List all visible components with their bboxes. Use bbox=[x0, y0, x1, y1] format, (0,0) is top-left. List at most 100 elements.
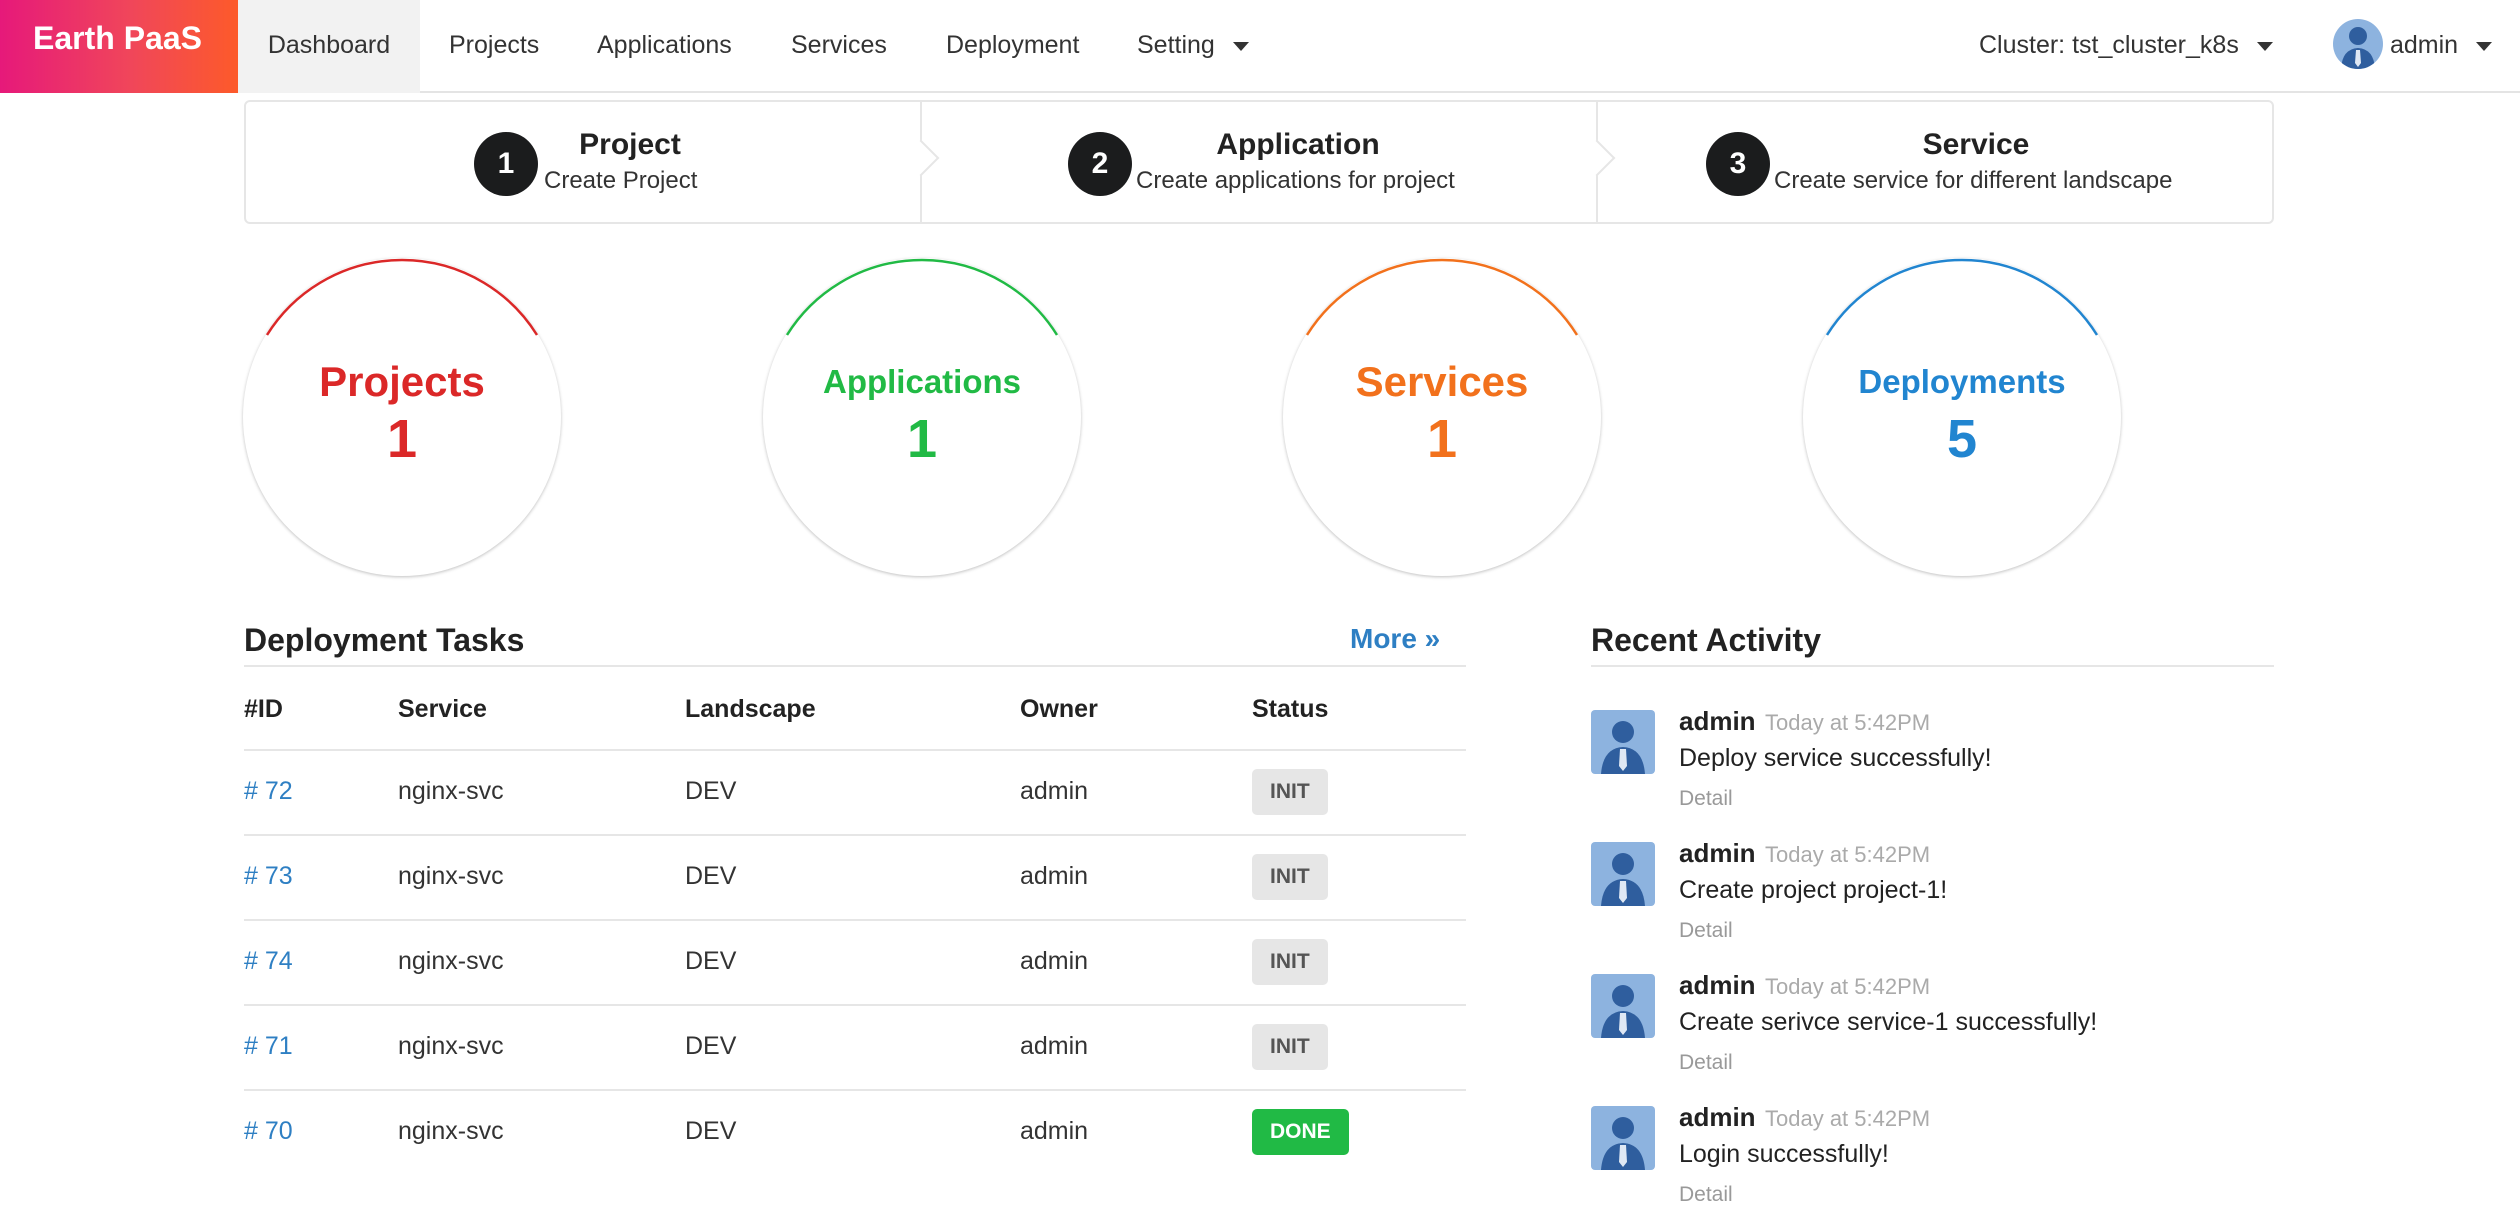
step-description: Create Project bbox=[544, 167, 698, 194]
activity-text: Create serivce service-1 successfully! bbox=[1679, 1008, 2098, 1036]
status-badge: INIT bbox=[1252, 769, 1328, 815]
step-title: Application bbox=[1216, 128, 1380, 161]
user-menu[interactable]: admin bbox=[2390, 0, 2493, 93]
step-number: 3 bbox=[1706, 132, 1770, 196]
nav-services[interactable]: Services bbox=[791, 0, 887, 93]
deployment-tasks-title: Deployment Tasks bbox=[244, 622, 525, 658]
stat-label: Deployments bbox=[1858, 363, 2066, 400]
onboarding-steps: 1 Project Create Project 2 Application C… bbox=[244, 100, 2274, 224]
task-landscape: DEV bbox=[685, 1032, 737, 1060]
task-owner: admin bbox=[1020, 1117, 1089, 1145]
step-application[interactable]: 2 Application Create applications for pr… bbox=[922, 102, 1596, 222]
task-service: nginx-svc bbox=[398, 777, 504, 805]
task-service: nginx-svc bbox=[398, 947, 504, 975]
user-avatar-icon[interactable] bbox=[2333, 19, 2383, 69]
table-row: # 70 nginx-svc DEV admin DONE bbox=[244, 1089, 1466, 1174]
stat-label: Services bbox=[1355, 358, 1529, 405]
status-badge: INIT bbox=[1252, 1024, 1328, 1070]
user-avatar-icon bbox=[1591, 1106, 1655, 1170]
task-id-link[interactable]: # 70 bbox=[244, 1117, 293, 1146]
nav-applications[interactable]: Applications bbox=[597, 0, 732, 93]
task-owner: admin bbox=[1020, 1032, 1089, 1060]
column-header-owner: Owner bbox=[1020, 695, 1098, 723]
task-service: nginx-svc bbox=[398, 862, 504, 890]
activity-user[interactable]: admin bbox=[1679, 838, 1756, 869]
step-title: Service bbox=[1922, 128, 2030, 161]
task-owner: admin bbox=[1020, 947, 1089, 975]
more-tasks-link[interactable]: More » bbox=[1350, 623, 1440, 655]
activity-time: Today at 5:42PM bbox=[1765, 1106, 1931, 1131]
step-description: Create applications for project bbox=[1136, 167, 1455, 194]
cluster-label: Cluster: tst_cluster_k8s bbox=[1979, 31, 2239, 59]
nav-setting-label: Setting bbox=[1137, 31, 1215, 59]
caret-down-icon bbox=[1232, 41, 1249, 51]
task-id-link[interactable]: # 74 bbox=[244, 947, 293, 976]
nav-projects[interactable]: Projects bbox=[449, 0, 539, 93]
activity-detail-link[interactable]: Detail bbox=[1679, 919, 1733, 943]
step-service[interactable]: 3 Service Create service for different l… bbox=[1598, 102, 2274, 222]
activity-user[interactable]: admin bbox=[1679, 970, 1756, 1001]
stat-value: 1 bbox=[386, 409, 418, 469]
step-number: 1 bbox=[474, 132, 538, 196]
step-description: Create service for different landscape bbox=[1774, 167, 2173, 194]
task-landscape: DEV bbox=[685, 947, 737, 975]
column-header-service: Service bbox=[398, 695, 487, 723]
activity-text: Create project project-1! bbox=[1679, 876, 1948, 904]
status-badge: INIT bbox=[1252, 854, 1328, 900]
stat-value: 1 bbox=[1426, 409, 1458, 469]
brand-logo[interactable]: Earth PaaS bbox=[0, 0, 238, 93]
task-id-link[interactable]: # 71 bbox=[244, 1032, 293, 1061]
stat-projects[interactable]: Projects 1 bbox=[243, 258, 561, 576]
activity-detail-link[interactable]: Detail bbox=[1679, 1051, 1733, 1075]
activity-detail-link[interactable]: Detail bbox=[1679, 1183, 1733, 1207]
status-badge: DONE bbox=[1252, 1109, 1349, 1155]
task-owner: admin bbox=[1020, 862, 1089, 890]
step-number: 2 bbox=[1068, 132, 1132, 196]
top-navbar: Earth PaaS Dashboard Projects Applicatio… bbox=[0, 0, 2520, 93]
cluster-selector[interactable]: Cluster: tst_cluster_k8s bbox=[1979, 0, 2273, 93]
step-project[interactable]: 1 Project Create Project bbox=[246, 102, 920, 222]
user-avatar-icon bbox=[1591, 974, 1655, 1038]
caret-down-icon bbox=[2476, 41, 2493, 51]
column-header-landscape: Landscape bbox=[685, 695, 816, 723]
task-landscape: DEV bbox=[685, 1117, 737, 1145]
activity-text: Login successfully! bbox=[1679, 1140, 1889, 1168]
activity-detail-link[interactable]: Detail bbox=[1679, 787, 1733, 811]
stat-label: Projects bbox=[319, 358, 485, 405]
stat-label: Applications bbox=[822, 363, 1022, 400]
table-row: # 72 nginx-svc DEV admin INIT bbox=[244, 749, 1466, 834]
activity-user[interactable]: admin bbox=[1679, 706, 1756, 737]
activity-text: Deploy service successfully! bbox=[1679, 744, 1992, 772]
user-avatar-icon bbox=[1591, 842, 1655, 906]
user-avatar-icon bbox=[1591, 710, 1655, 774]
task-owner: admin bbox=[1020, 777, 1089, 805]
table-row: # 71 nginx-svc DEV admin INIT bbox=[244, 1004, 1466, 1089]
status-badge: INIT bbox=[1252, 939, 1328, 985]
task-landscape: DEV bbox=[685, 777, 737, 805]
column-header-status: Status bbox=[1252, 695, 1329, 723]
task-landscape: DEV bbox=[685, 862, 737, 890]
caret-down-icon bbox=[2256, 41, 2273, 51]
section-divider bbox=[1591, 665, 2274, 667]
recent-activity-title: Recent Activity bbox=[1591, 622, 1821, 658]
task-id-link[interactable]: # 72 bbox=[244, 777, 293, 806]
activity-time: Today at 5:42PM bbox=[1765, 710, 1931, 735]
stat-value: 1 bbox=[906, 409, 938, 469]
nav-deployment[interactable]: Deployment bbox=[946, 0, 1079, 93]
stat-value: 5 bbox=[1946, 409, 1978, 469]
task-id-link[interactable]: # 73 bbox=[244, 862, 293, 891]
table-row: # 73 nginx-svc DEV admin INIT bbox=[244, 834, 1466, 919]
column-header-id: #ID bbox=[244, 695, 283, 723]
section-divider bbox=[244, 665, 1466, 667]
stat-deployments[interactable]: Deployments 5 bbox=[1803, 258, 2121, 576]
table-row: # 74 nginx-svc DEV admin INIT bbox=[244, 919, 1466, 1004]
stat-applications[interactable]: Applications 1 bbox=[763, 258, 1081, 576]
nav-dashboard[interactable]: Dashboard bbox=[238, 0, 420, 93]
nav-setting-dropdown[interactable]: Setting bbox=[1137, 0, 1249, 93]
task-service: nginx-svc bbox=[398, 1032, 504, 1060]
activity-user[interactable]: admin bbox=[1679, 1102, 1756, 1133]
activity-time: Today at 5:42PM bbox=[1765, 974, 1931, 999]
step-title: Project bbox=[579, 128, 681, 161]
activity-time: Today at 5:42PM bbox=[1765, 842, 1931, 867]
stat-services[interactable]: Services 1 bbox=[1283, 258, 1601, 576]
